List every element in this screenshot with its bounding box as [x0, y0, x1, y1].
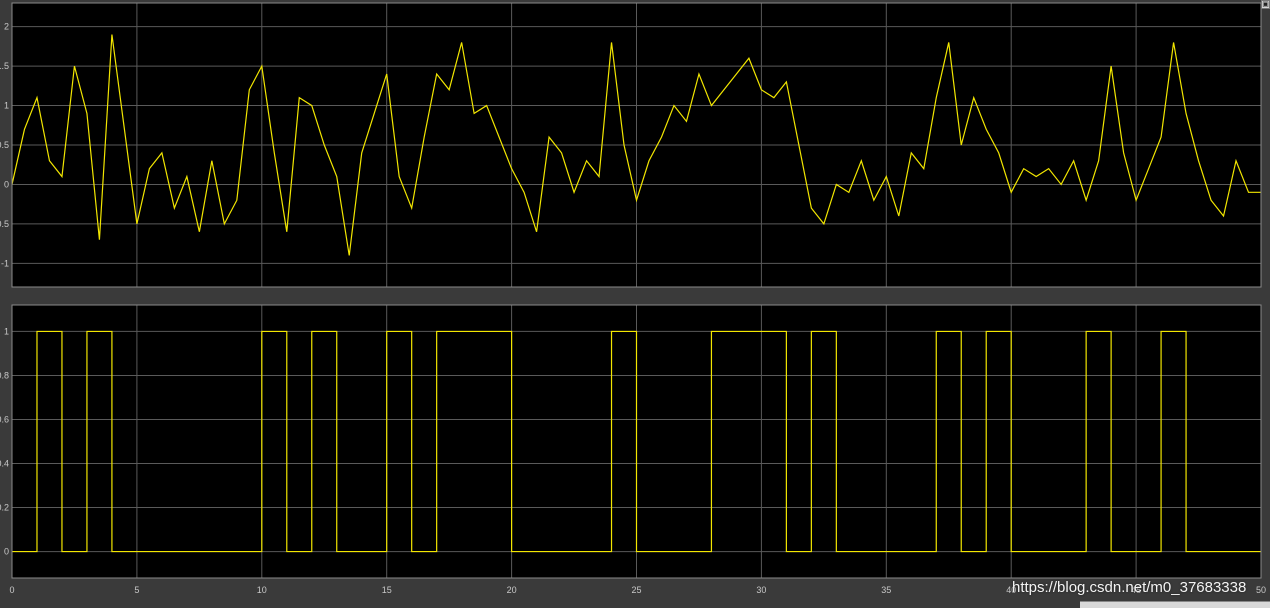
watermark-text: https://blog.csdn.net/m0_37683338	[1012, 579, 1247, 596]
bottom-scope-panel: 10.80.60.40.2005101520253035404550	[0, 304, 1266, 595]
bottom-x-tick-label: 15	[382, 585, 392, 595]
top-y-tick-label: 1.5	[0, 61, 9, 71]
top-y-tick-label: 2	[4, 22, 9, 32]
bottom-y-tick-label: 0.4	[0, 459, 9, 469]
bottom-x-tick-label: 25	[631, 585, 641, 595]
top-scope-panel: 2 1.5 1 0.5 0 -0.5 -1	[0, 2, 1262, 288]
bottom-x-tick-label: 0	[9, 585, 14, 595]
bottom-y-tick-label: 0.2	[0, 503, 9, 513]
bottom-x-tick-label: 5	[134, 585, 139, 595]
bottom-x-tick-label: 50	[1256, 585, 1266, 595]
top-y-tick-label: 1	[4, 101, 9, 111]
top-y-tick-label: 0	[4, 179, 9, 189]
bottom-y-tick-label: 0.8	[0, 370, 9, 380]
restore-icon[interactable]: ▣	[1261, 0, 1270, 9]
status-bar	[1080, 601, 1270, 608]
bottom-y-tick-label: 0.6	[0, 414, 9, 424]
bottom-x-tick-label: 30	[756, 585, 766, 595]
bottom-x-tick-label: 20	[507, 585, 517, 595]
scope-figure: 2 1.5 1 0.5 0 -0.5 -1 1 0.8 0.6 0.4 0.2 0 0 5 10 15 20 25…	[0, 2, 1266, 595]
bottom-x-tick-label: 10	[257, 585, 267, 595]
top-y-tick-label: -1	[1, 258, 9, 268]
top-y-tick-label: 0.5	[0, 140, 9, 150]
bottom-y-tick-label: 1	[4, 326, 9, 336]
top-y-tick-label: -0.5	[0, 219, 9, 229]
bottom-x-tick-label: 35	[881, 585, 891, 595]
bottom-y-tick-label: 0	[4, 547, 9, 557]
